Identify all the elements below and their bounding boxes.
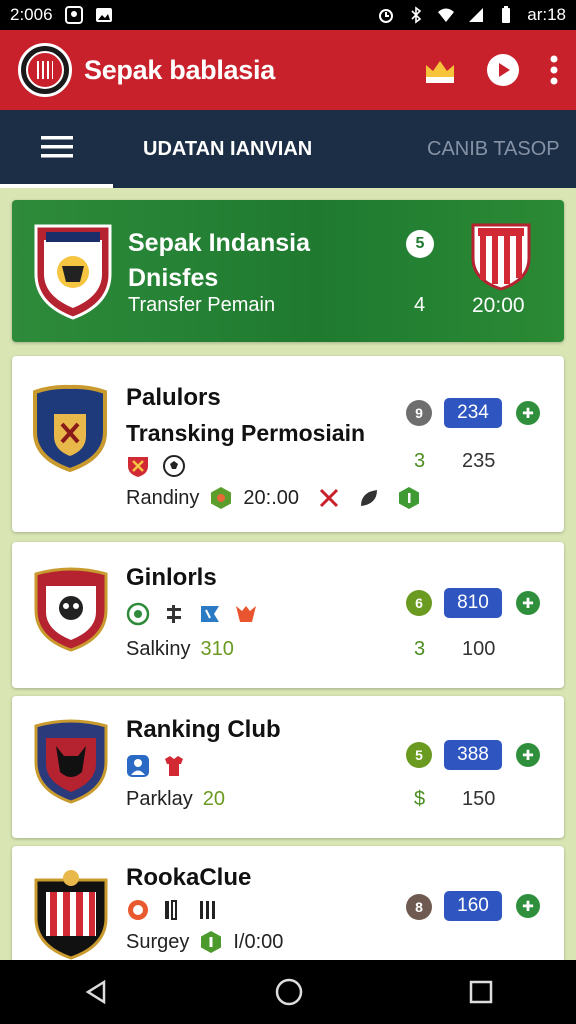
meta-label: Salkiny <box>126 638 191 660</box>
fox-icon <box>236 606 256 622</box>
club-name: Ginlorls <box>126 564 217 591</box>
app-logo <box>18 43 72 97</box>
club-subtitle: Transking Permosiain <box>126 420 366 446</box>
bluetooth-icon <box>411 6 422 24</box>
meta-label: Randiny <box>126 486 200 509</box>
leaf-icon <box>361 490 377 506</box>
gallery-notification-icon <box>95 8 112 22</box>
back-icon[interactable] <box>82 978 110 1006</box>
featured-name-line1: Sepak Indansia <box>128 229 311 257</box>
add-button[interactable]: ✚ <box>516 743 540 767</box>
ball-icon <box>163 455 185 477</box>
club-name: RookaClue <box>126 864 252 891</box>
status-bar: 2:006 ar:18 <box>0 0 576 30</box>
club-icons <box>126 898 222 922</box>
shield-icon <box>128 900 148 920</box>
tab-bar: UDATAN IANVIAN CANIB TASOP <box>0 110 576 188</box>
club-logo-icon <box>319 488 339 508</box>
ruler-icon <box>200 901 215 919</box>
featured-club-name: Sepak Indansia Dnisfes <box>128 226 310 296</box>
jersey-icon <box>165 756 183 776</box>
badge-icon <box>201 931 222 953</box>
meta-value: 20:.00 <box>243 486 299 509</box>
club-card[interactable]: RookaClue Surgey I/0:00 8 160 ✚ <box>12 846 564 976</box>
club-rank: $ <box>414 788 426 810</box>
app-bar: Sepak bablasia <box>0 30 576 110</box>
add-button[interactable]: ✚ <box>516 894 540 918</box>
system-nav-bar <box>0 960 576 1024</box>
club-crest <box>32 564 110 657</box>
club-score: 100 <box>462 638 496 660</box>
featured-name-line2: Dnisfes <box>128 264 219 292</box>
featured-time: 20:00 <box>472 294 525 317</box>
club-meta: Surgey I/0:00 <box>126 930 283 954</box>
person-icon <box>127 755 149 777</box>
meta-label: Surgey <box>126 930 190 953</box>
crown-icon[interactable] <box>424 55 456 85</box>
menu-button[interactable] <box>0 110 113 188</box>
featured-club-crest <box>32 222 114 325</box>
club-card[interactable]: Ranking Club Parklay 20 5 388 ✚ $ 150 <box>12 696 564 838</box>
add-button[interactable]: ✚ <box>516 591 540 615</box>
recents-icon[interactable] <box>468 979 494 1005</box>
rank-badge: 5 <box>406 742 432 768</box>
club-meta: Parklay 20 <box>126 788 225 811</box>
opponent-crest <box>470 222 532 297</box>
featured-card[interactable]: Sepak Indansia Dnisfes Transfer Pemain 5… <box>12 200 564 342</box>
points-pill[interactable]: 234 <box>444 398 502 428</box>
app-title: Sepak bablasia <box>84 54 275 85</box>
club-icons <box>126 454 186 478</box>
club-rank: 3 <box>414 638 426 660</box>
club-name: Palulors <box>126 384 221 411</box>
bars-icon <box>165 900 177 920</box>
club-score: 235 <box>462 450 496 472</box>
meta-label: Parklay <box>126 788 193 810</box>
meta-value: 310 <box>200 638 234 660</box>
club-crest <box>32 868 110 965</box>
hexagon-icon <box>211 487 232 509</box>
meta-value: I/0:00 <box>233 930 284 953</box>
rank-badge: 8 <box>406 894 432 920</box>
meta-value: 20 <box>202 788 225 810</box>
signal-icon <box>469 8 484 22</box>
points-pill[interactable]: 160 <box>444 891 502 921</box>
home-icon[interactable] <box>274 977 304 1007</box>
club-icons <box>126 754 186 778</box>
club-crest <box>32 384 108 477</box>
flag-icon <box>201 606 219 622</box>
photo-notification-icon <box>64 6 83 24</box>
club-rank: 3 <box>414 450 426 472</box>
rank-badge: 9 <box>406 400 432 426</box>
status-time-right: ar:18 <box>527 5 566 24</box>
featured-badge: 5 <box>406 230 434 258</box>
club-meta: Randiny 20:.00 <box>126 486 421 510</box>
tool-icon <box>167 605 181 623</box>
club-card[interactable]: Palulors Transking Permosiain Randiny 20… <box>12 356 564 532</box>
badge-icon <box>399 487 419 509</box>
play-icon[interactable] <box>486 53 520 87</box>
club-score: 150 <box>462 788 496 810</box>
menu-icon <box>40 136 73 158</box>
club-name: Ranking Club <box>126 716 281 743</box>
points-pill[interactable]: 810 <box>444 588 502 618</box>
wifi-icon <box>438 8 455 22</box>
more-icon[interactable] <box>550 55 558 85</box>
shield-icon <box>128 457 148 477</box>
club-meta: Salkiny 310 <box>126 638 234 661</box>
points-pill[interactable]: 388 <box>444 740 502 770</box>
status-time-left: 2:006 <box>10 5 53 24</box>
rank-badge: 6 <box>406 590 432 616</box>
club-crest <box>32 716 110 809</box>
tab-canib[interactable]: CANIB TASOP <box>427 110 560 188</box>
club-icons <box>126 602 258 626</box>
featured-count: 4 <box>414 294 426 316</box>
featured-subtitle: Transfer Pemain <box>128 294 276 316</box>
tab-udatan[interactable]: UDATAN IANVIAN <box>143 110 363 188</box>
add-button[interactable]: ✚ <box>516 401 540 425</box>
alarm-icon <box>379 9 394 23</box>
battery-icon <box>502 6 511 23</box>
club-card[interactable]: Ginlorls Salkiny 310 6 810 ✚ 3 100 <box>12 542 564 688</box>
recycle-icon <box>126 602 150 626</box>
